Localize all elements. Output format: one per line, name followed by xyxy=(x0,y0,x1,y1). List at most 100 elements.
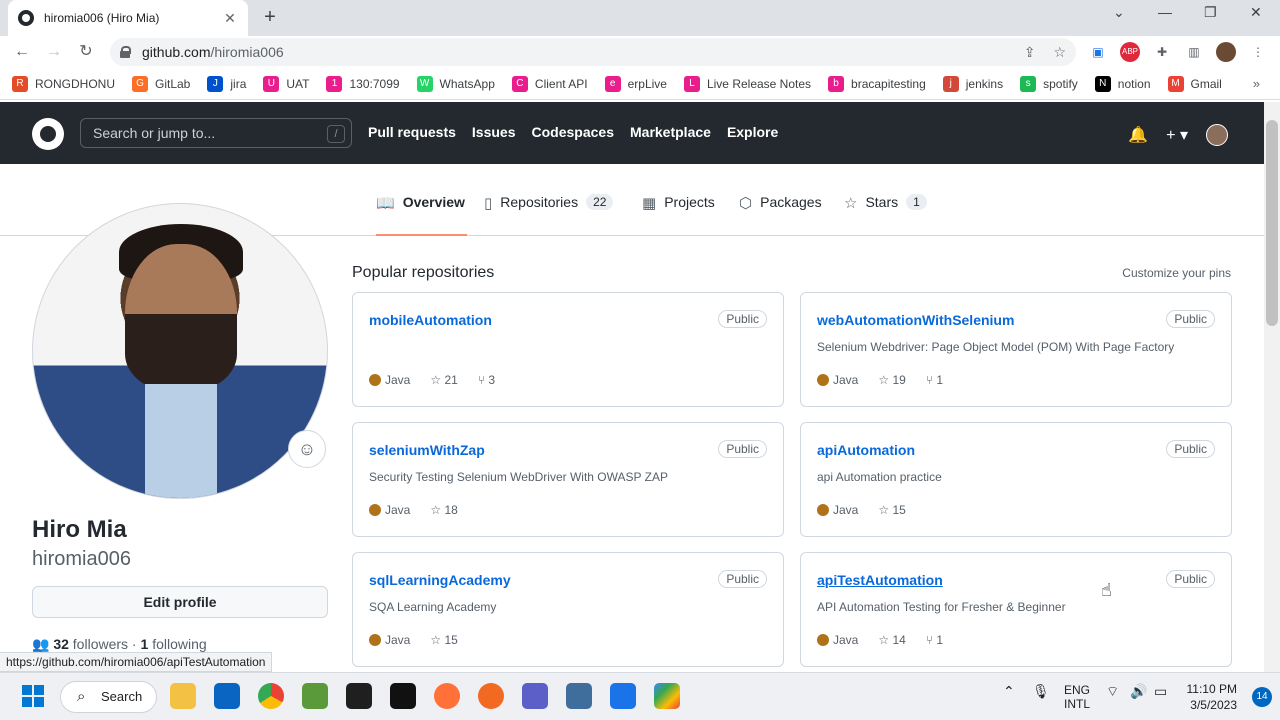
nav-codespaces[interactable]: Codespaces xyxy=(532,124,614,140)
tab-stars[interactable]: ☆ Stars 1 xyxy=(844,194,927,236)
bookmark-favicon-icon: N xyxy=(1094,75,1111,92)
following-count[interactable]: 1 xyxy=(141,636,149,652)
nav-marketplace[interactable]: Marketplace xyxy=(630,124,711,140)
nav-pull-requests[interactable]: Pull requests xyxy=(368,124,456,140)
firefox-icon[interactable] xyxy=(434,683,460,709)
notifications-bell-icon[interactable]: 🔔 xyxy=(1128,125,1148,145)
browser-tab[interactable]: hiromia006 (Hiro Mia) ✕ xyxy=(8,0,248,36)
bookmark-star-icon[interactable]: ☆ xyxy=(1053,44,1066,61)
terminal-icon[interactable] xyxy=(390,683,416,709)
chrome-profile-avatar[interactable] xyxy=(1216,42,1236,62)
tray-chevron-icon[interactable]: ⌃ xyxy=(1003,683,1015,700)
extensions-puzzle-icon[interactable]: ✚ xyxy=(1152,42,1172,62)
customize-pins-link[interactable]: Customize your pins xyxy=(1122,266,1231,280)
window-close-icon[interactable]: ✕ xyxy=(1250,4,1262,21)
stars-link[interactable]: ☆ 15 xyxy=(878,503,905,517)
bookmark-rongdhonu[interactable]: R RONGDHONU xyxy=(12,75,115,92)
profile-avatar[interactable] xyxy=(32,203,328,499)
side-panel-icon[interactable]: ▥ xyxy=(1184,42,1204,62)
edit-profile-button[interactable]: Edit profile xyxy=(32,586,328,618)
windows-start-icon[interactable] xyxy=(22,685,44,707)
bookmark-jenkins[interactable]: j jenkins xyxy=(942,75,1003,92)
battery-icon[interactable]: ▭ xyxy=(1154,683,1167,700)
github-logo-icon[interactable] xyxy=(32,118,64,150)
repo-icon: ▯ xyxy=(484,195,493,212)
page-scrollbar[interactable] xyxy=(1264,102,1280,672)
adblock-extension-icon[interactable]: ABP xyxy=(1120,42,1140,62)
volume-icon[interactable]: 🔊 xyxy=(1130,683,1147,700)
forks-link[interactable]: ⑂ 1 xyxy=(926,633,943,647)
taskbar-clock[interactable]: 11:10 PM 3/5/2023 xyxy=(1187,681,1237,713)
set-status-smiley-icon[interactable]: ☺ xyxy=(288,430,326,468)
tab-search-icon[interactable]: ⌄ xyxy=(1113,4,1125,21)
chrome-menu-icon[interactable]: ⋮ xyxy=(1248,42,1268,62)
intellij-icon[interactable] xyxy=(346,683,372,709)
bookmark-whatsapp[interactable]: W WhatsApp xyxy=(416,75,495,92)
bookmark-client-api[interactable]: C Client API xyxy=(511,75,588,92)
app-colorful-icon[interactable] xyxy=(654,683,680,709)
create-new-plus-icon[interactable]: + ▾ xyxy=(1166,125,1188,145)
nav-issues[interactable]: Issues xyxy=(472,124,516,140)
tab-packages[interactable]: ⬡ Packages xyxy=(739,194,822,236)
stars-link[interactable]: ☆ 15 xyxy=(430,633,457,647)
close-tab-icon[interactable]: ✕ xyxy=(222,10,238,27)
bookmark-erplive[interactable]: e erpLive xyxy=(604,75,667,92)
forks-link[interactable]: ⑂ 3 xyxy=(478,373,495,387)
repo-name-link[interactable]: apiAutomation xyxy=(817,442,915,458)
chrome-icon[interactable] xyxy=(258,683,284,709)
stars-link[interactable]: ☆ 14 xyxy=(878,633,905,647)
screencast-extension-icon[interactable]: ▣ xyxy=(1088,42,1108,62)
tab-overview[interactable]: 📖 Overview xyxy=(376,194,467,236)
bookmark-gitlab[interactable]: G GitLab xyxy=(132,75,190,92)
scrollbar-thumb[interactable] xyxy=(1266,120,1278,326)
teams-icon[interactable] xyxy=(522,683,548,709)
followers-count[interactable]: 32 xyxy=(53,636,69,652)
stars-link[interactable]: ☆ 18 xyxy=(430,503,457,517)
microphone-icon[interactable]: 🎙 xyxy=(1032,683,1050,700)
tab-repositories[interactable]: ▯ Repositories 22 xyxy=(484,194,614,236)
repo-description: API Automation Testing for Fresher & Beg… xyxy=(817,600,1066,614)
bookmark-130-7099[interactable]: 1 130:7099 xyxy=(326,75,400,92)
bookmark-favicon-icon: C xyxy=(511,75,528,92)
stars-link[interactable]: ☆ 19 xyxy=(878,373,905,387)
bookmarks-overflow-icon[interactable]: » xyxy=(1253,76,1260,91)
repo-name-link[interactable]: apiTestAutomation xyxy=(817,572,943,588)
new-tab-button[interactable]: + xyxy=(260,6,280,29)
bookmark-uat[interactable]: U UAT xyxy=(263,75,309,92)
repo-name-link[interactable]: sqlLearningAcademy xyxy=(369,572,511,588)
tab-projects[interactable]: ▦ Projects xyxy=(642,194,715,236)
restore-icon[interactable]: ❐ xyxy=(1204,4,1217,21)
file-explorer-icon[interactable] xyxy=(170,683,196,709)
minimize-icon[interactable]: — xyxy=(1158,4,1172,20)
outlook-icon[interactable] xyxy=(214,683,240,709)
screencast-icon[interactable] xyxy=(610,683,636,709)
postman-icon[interactable] xyxy=(478,683,504,709)
bookmark-bracapitesting[interactable]: b bracapitesting xyxy=(828,75,926,92)
app-icon[interactable] xyxy=(302,683,328,709)
bookmark-gmail[interactable]: M Gmail xyxy=(1167,75,1222,92)
search-input[interactable]: Search or jump to... / xyxy=(80,118,352,148)
reload-icon[interactable]: ↻ xyxy=(74,40,98,64)
bookmark-jira[interactable]: Jjira xyxy=(207,75,247,92)
notification-count-badge[interactable]: 14 xyxy=(1252,687,1272,707)
stars-link[interactable]: ☆ 21 xyxy=(430,373,457,387)
repo-name-link[interactable]: webAutomationWithSelenium xyxy=(817,312,1014,328)
forks-link[interactable]: ⑂ 1 xyxy=(926,373,943,387)
store-icon[interactable] xyxy=(566,683,592,709)
nav-explore[interactable]: Explore xyxy=(727,124,778,140)
address-bar[interactable]: github.com/hiromia006 ⇪ ☆ xyxy=(110,38,1076,66)
github-header: Search or jump to... / Pull requests Iss… xyxy=(0,102,1264,164)
back-icon[interactable]: ← xyxy=(10,40,34,64)
forward-icon[interactable]: → xyxy=(42,40,66,64)
bookmark-label: jira xyxy=(230,76,247,91)
language-indicator[interactable]: ENG INTL xyxy=(1064,683,1090,711)
bookmark-spotify[interactable]: s spotify xyxy=(1020,75,1078,92)
repo-name-link[interactable]: seleniumWithZap xyxy=(369,442,485,458)
bookmark-live-release-notes[interactable]: L Live Release Notes xyxy=(683,75,811,92)
user-menu-avatar[interactable] xyxy=(1206,124,1228,146)
bookmark-notion[interactable]: Nnotion xyxy=(1094,75,1151,92)
share-icon[interactable]: ⇪ xyxy=(1024,44,1036,61)
wifi-icon[interactable]: ⌔ xyxy=(1106,683,1119,701)
repo-name-link[interactable]: mobileAutomation xyxy=(369,312,492,328)
taskbar-search[interactable]: ⌕ Search xyxy=(60,681,157,713)
